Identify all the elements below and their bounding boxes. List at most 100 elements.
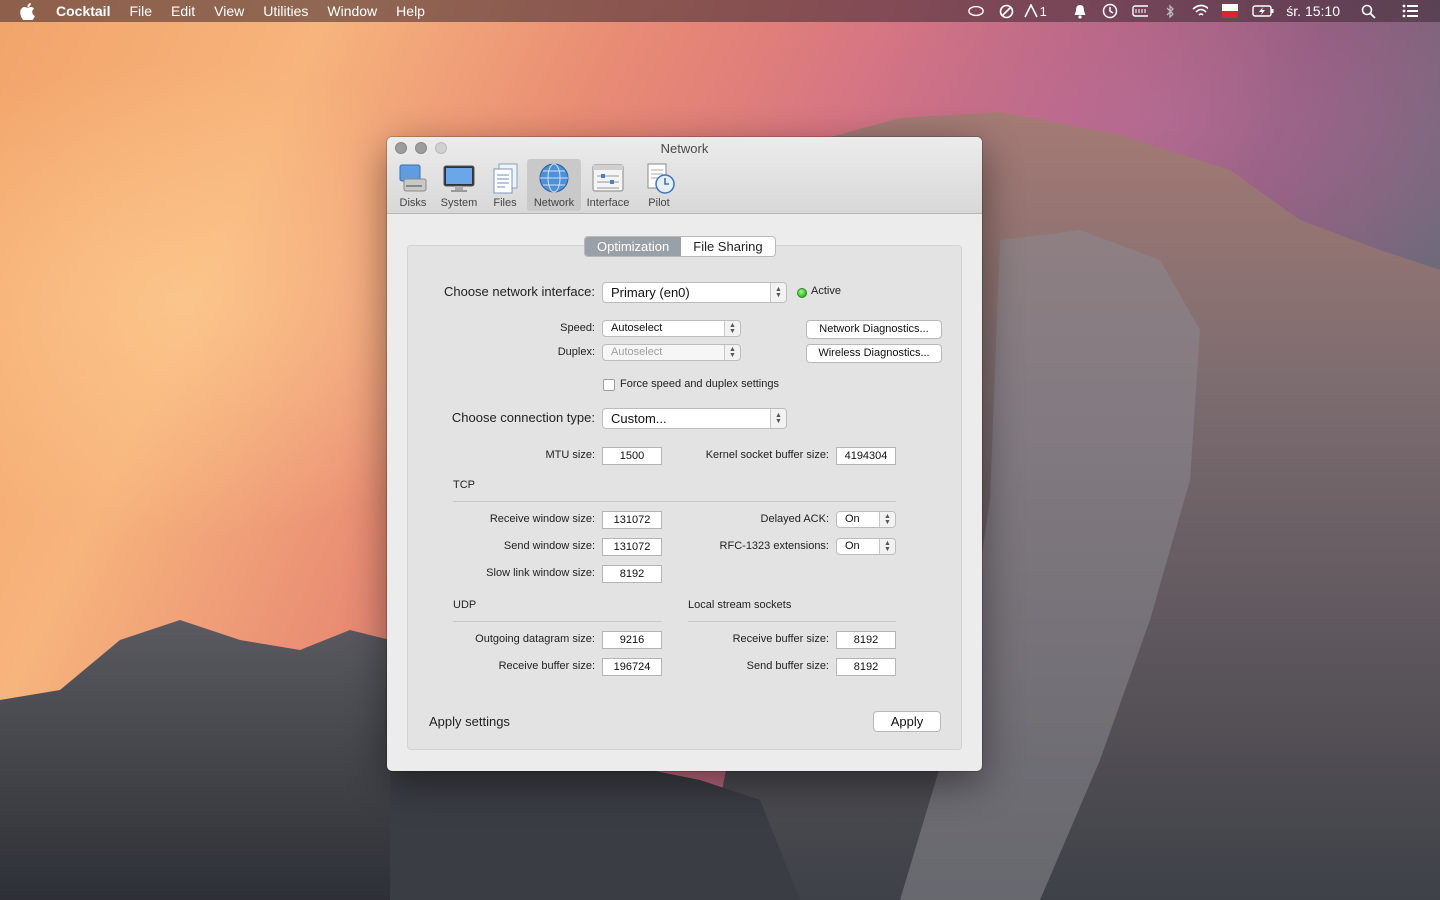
menu-edit[interactable]: Edit xyxy=(171,3,195,19)
local-sockets-separator xyxy=(688,621,896,622)
rfc1323-value: On xyxy=(845,540,860,552)
popup-arrows-icon: ▲ ▼ xyxy=(879,512,895,527)
duplex-value: Autoselect xyxy=(611,346,663,358)
rfc1323-label: RFC-1323 extensions: xyxy=(719,540,829,552)
status-area: 1 śr. 15:10 xyxy=(954,0,1440,22)
toolbar-files[interactable]: Files xyxy=(483,159,527,211)
toolbar-interface[interactable]: Interface xyxy=(581,159,635,211)
toolbar-system-label: System xyxy=(440,197,478,209)
menu-help[interactable]: Help xyxy=(396,3,425,19)
wireless-diagnostics-button[interactable]: Wireless Diagnostics... xyxy=(806,344,942,363)
blocked-circle-icon[interactable] xyxy=(998,3,1014,19)
time-machine-icon[interactable] xyxy=(1102,3,1118,19)
menu-window[interactable]: Window xyxy=(327,3,377,19)
local-receive-label: Receive buffer size: xyxy=(732,633,829,645)
udp-receive-field[interactable]: 196724 xyxy=(602,658,662,676)
popup-arrows-icon: ▲ ▼ xyxy=(724,321,740,336)
system-monitor-icon xyxy=(443,165,475,192)
interface-value: Primary (en0) xyxy=(611,285,690,300)
spotlight-search-icon[interactable] xyxy=(1360,3,1376,19)
battery-charging-icon[interactable] xyxy=(1252,3,1274,19)
toolbar-network-label: Network xyxy=(533,197,575,209)
popup-arrows-icon: ▲ ▼ xyxy=(879,539,895,554)
mtu-label: MTU size: xyxy=(545,449,596,461)
notification-center-icon[interactable] xyxy=(1402,3,1418,19)
menu-app-name[interactable]: Cocktail xyxy=(56,3,110,19)
status-count: 1 xyxy=(1039,3,1047,19)
udp-receive-label: Receive buffer size: xyxy=(498,660,595,672)
network-globe-icon xyxy=(539,163,569,193)
network-diagnostics-button[interactable]: Network Diagnostics... xyxy=(806,320,942,339)
delayed-ack-value: On xyxy=(845,513,860,525)
toolbar-pilot[interactable]: Pilot xyxy=(635,159,683,211)
connection-type-popup[interactable]: Custom... ▲ ▼ xyxy=(602,408,787,429)
flag-pro-icon[interactable] xyxy=(1222,3,1239,19)
pilot-clock-icon xyxy=(647,163,675,194)
toolbar-disks[interactable]: Disks xyxy=(391,159,435,211)
rfc1323-popup[interactable]: On ▲ ▼ xyxy=(836,538,896,555)
speed-popup[interactable]: Autoselect ▲ ▼ xyxy=(602,320,741,337)
keyboard-icon[interactable] xyxy=(1132,3,1149,19)
menu-bar: Cocktail File Edit View Utilities Window… xyxy=(0,0,1440,22)
menu-utilities[interactable]: Utilities xyxy=(263,3,308,19)
bluetooth-icon[interactable] xyxy=(1162,3,1178,19)
local-sockets-heading: Local stream sockets xyxy=(688,599,792,611)
interface-popup[interactable]: Primary (en0) ▲ ▼ xyxy=(602,282,787,303)
speed-label: Speed: xyxy=(560,322,595,334)
local-send-field[interactable]: 8192 xyxy=(836,658,896,676)
popup-arrows-icon: ▲ ▼ xyxy=(724,345,740,360)
toolbar-system[interactable]: System xyxy=(435,159,483,211)
duplex-label: Duplex: xyxy=(557,346,595,358)
delayed-ack-label: Delayed ACK: xyxy=(760,513,829,525)
delayed-ack-popup[interactable]: On ▲ ▼ xyxy=(836,511,896,528)
mtu-field[interactable]: 1500 xyxy=(602,447,662,465)
tcp-separator xyxy=(453,501,896,502)
udp-outgoing-field[interactable]: 9216 xyxy=(602,631,662,649)
toolbar-pilot-label: Pilot xyxy=(648,197,670,209)
tcp-receive-window-label: Receive window size: xyxy=(489,513,595,525)
tcp-receive-window-field[interactable]: 131072 xyxy=(602,511,662,529)
files-icon xyxy=(493,163,518,194)
tcp-send-window-field[interactable]: 131072 xyxy=(602,538,662,556)
apply-button[interactable]: Apply xyxy=(873,711,941,732)
local-receive-field[interactable]: 8192 xyxy=(836,631,896,649)
interface-status: Active xyxy=(811,285,841,297)
tcp-slow-link-field[interactable]: 8192 xyxy=(602,565,662,583)
tab-optimization[interactable]: Optimization xyxy=(585,237,682,256)
wifi-icon[interactable] xyxy=(1192,3,1209,19)
menu-view[interactable]: View xyxy=(214,3,244,19)
popup-arrows-icon: ▲ ▼ xyxy=(770,409,786,428)
tcp-slow-link-label: Slow link window size: xyxy=(486,567,595,579)
toolbar-interface-label: Interface xyxy=(586,197,630,209)
toolbar-network[interactable]: Network xyxy=(527,159,581,211)
connection-type-value: Custom... xyxy=(611,411,667,426)
toolbar-files-label: Files xyxy=(493,197,517,209)
force-speed-label: Force speed and duplex settings xyxy=(620,378,779,390)
menu-file[interactable]: File xyxy=(129,3,152,19)
apply-settings-label: Apply settings xyxy=(429,714,510,729)
popup-arrows-icon: ▲ ▼ xyxy=(770,283,786,302)
tab-file-sharing[interactable]: File Sharing xyxy=(681,237,774,256)
force-speed-checkbox[interactable] xyxy=(603,379,615,391)
network-window: Network Disks System Files Network Inter… xyxy=(387,137,982,771)
kernel-buffer-label: Kernel socket buffer size: xyxy=(705,449,829,461)
menu-clock[interactable]: śr. 15:10 xyxy=(1286,3,1340,19)
tab-control: Optimization File Sharing xyxy=(584,236,776,257)
window-title: Network xyxy=(660,141,709,156)
interface-sliders-icon xyxy=(592,164,624,192)
toolbar-disks-label: Disks xyxy=(399,197,427,209)
speed-value: Autoselect xyxy=(611,322,663,334)
window-toolbar: Disks System Files Network Interface Pil… xyxy=(391,159,683,211)
kernel-buffer-field[interactable]: 4194304 xyxy=(836,447,896,465)
disks-icon xyxy=(399,164,427,192)
connection-type-label: Choose connection type: xyxy=(451,410,595,425)
tcp-send-window-label: Send window size: xyxy=(503,540,595,552)
apple-menu-icon[interactable] xyxy=(20,2,38,20)
tcp-heading: TCP xyxy=(453,479,475,491)
local-send-label: Send buffer size: xyxy=(746,660,829,672)
duplex-popup[interactable]: Autoselect ▲ ▼ xyxy=(602,344,741,361)
active-status-led-icon xyxy=(797,288,807,298)
adobe-icon[interactable]: 1 xyxy=(1022,3,1048,19)
notification-bell-icon[interactable] xyxy=(1072,3,1088,19)
creative-cloud-icon[interactable] xyxy=(968,3,985,19)
